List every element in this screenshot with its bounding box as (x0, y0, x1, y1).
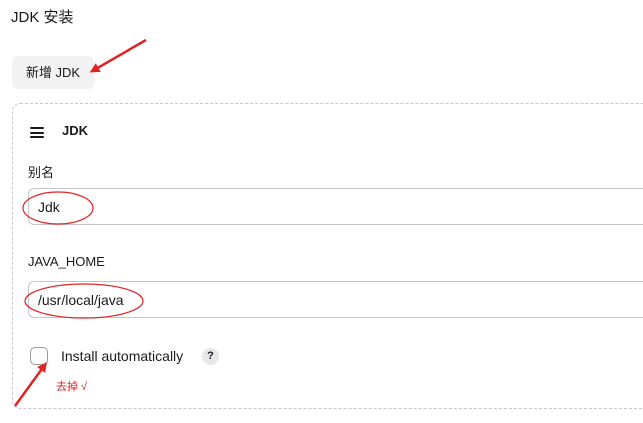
drag-handle-icon[interactable] (30, 127, 44, 138)
annotation-note: 去掉 √ (56, 381, 88, 393)
java-home-input[interactable] (28, 281, 643, 318)
alias-label: 别名 (28, 165, 55, 180)
java-home-label: JAVA_HOME (28, 254, 105, 269)
annotation-arrow (89, 38, 147, 73)
install-automatically-label: Install automatically (61, 348, 184, 364)
card-title: JDK (62, 123, 89, 138)
alias-input[interactable] (28, 188, 643, 225)
install-automatically-checkbox[interactable] (30, 347, 48, 365)
section-title: JDK 安装 (11, 9, 74, 26)
help-icon[interactable]: ? (202, 348, 219, 365)
add-jdk-button[interactable]: 新增 JDK (12, 56, 94, 89)
